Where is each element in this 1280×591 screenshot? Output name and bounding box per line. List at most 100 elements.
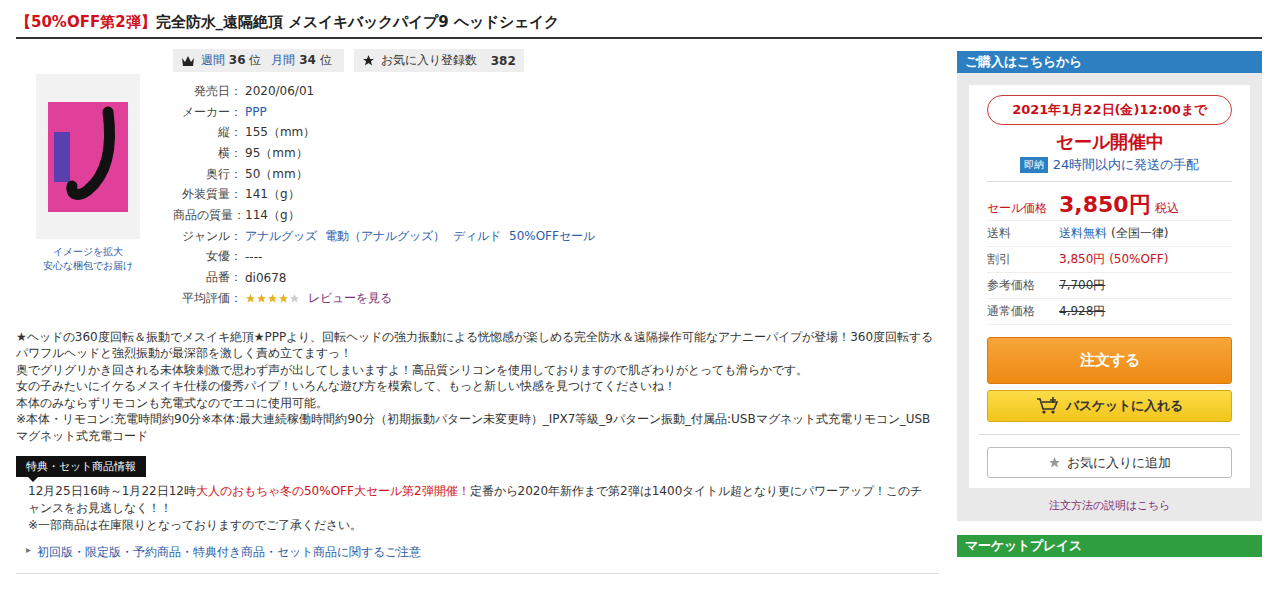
ranking-badge: 週間 36 位月間 34 位 [173,49,344,72]
product-image[interactable] [36,74,140,239]
rating-value: レビューを見る [242,290,392,307]
spec-value: PPP [242,105,267,119]
spec-label: 発売日： [173,83,242,100]
image-link[interactable]: イメージを拡大 [53,245,123,259]
page-body: イメージを拡大安心な梱包でお届け 週間 36 位月間 34 位 お気に入り登録数… [16,39,1262,574]
spec-row: ジャンル： アナルグッズ電動（アナルグッズ）ディルド50%OFFセール [173,226,939,247]
special-body: 12月25日16時～1月22日12時大人のおもちゃ冬の50%OFF大セール第2弾… [16,477,939,534]
star-icon [289,293,300,304]
spec-label: メーカー： [173,104,242,121]
notice-text[interactable]: 初回版・限定版・予約商品・特典付き商品・セット商品に関するご注意 [37,544,421,561]
sale-deadline: 2021年1月22日(金)12:00まで [987,95,1232,125]
description-line: ★ヘッドの360度回転＆振動でメスイキ絶頂★PPPより、回転ヘッドの強力振動によ… [16,329,939,362]
price-label: 送料 [987,225,1059,242]
review-link[interactable]: レビューを見る [308,290,392,307]
spec-value: di0678 [242,271,287,285]
image-link[interactable]: 安心な梱包でお届け [43,259,133,273]
description-line: ※本体・リモコン:充電時間約90分※本体:最大連続稼働時間約90分（初期振動パタ… [16,411,939,444]
price-suffix: 税込 [1155,200,1179,217]
purchase-panel: 2021年1月22日(金)12:00まで セール開催中 即納 24時間以内に発送… [957,73,1262,521]
purchase-card: 2021年1月22日(金)12:00まで セール開催中 即納 24時間以内に発送… [969,85,1250,488]
spec-row: 商品の質量： 114（g） [173,205,939,226]
image-column: イメージを拡大安心な梱包でお届け [16,49,159,309]
description-line: 奥でグリグリかき回される未体験刺激で思わず声が出してしまいますよ！高品質シリコン… [16,362,939,379]
ranking-item: 月間 34 位 [271,52,331,69]
price-value[interactable]: 送料無料 [1059,225,1107,242]
ranking-item: 週間 36 位 [201,52,261,69]
spec-value: 2020/06/01 [242,84,314,98]
star-icon [362,54,375,67]
ranking-label[interactable]: 週間 [201,53,225,67]
star-icon [278,293,289,304]
product-title: 【50%OFF第2弾】完全防水_遠隔絶頂 メスイキバックパイプ9 ヘッドシェイク [16,0,1262,39]
star-icon [256,293,267,304]
price-row: 割引 3,850円 (50%OFF) [987,247,1232,273]
special-info: 特典・セット商品情報 12月25日16時～1月22日12時大人のおもちゃ冬の50… [16,456,939,561]
title-name: 完全防水_遠隔絶頂 メスイキバックパイプ9 ヘッドシェイク [156,13,559,31]
spec-label: 横： [173,145,242,162]
badge-row: 週間 36 位月間 34 位 お気に入り登録数 382 [173,49,939,72]
spec-value: 141（g） [242,186,300,203]
spec-value: 114（g） [242,207,300,224]
spec-row: 奥行： 50（mm） [173,164,939,185]
price-label: 通常価格 [987,303,1059,320]
product-description: ★ヘッドの360度回転＆振動でメスイキ絶頂★PPPより、回転ヘッドの強力振動によ… [16,329,939,445]
shipping-info: 即納 24時間以内に発送の手配 [987,156,1232,182]
description-line: 本体のみならずリモコンも充電式なのでエコに使用可能。 [16,395,939,412]
product-summary: イメージを拡大安心な梱包でお届け 週間 36 位月間 34 位 お気に入り登録数… [16,39,939,309]
spec-link[interactable]: ディルド [453,228,501,245]
spec-value: 155（mm） [242,124,315,141]
star-icon [267,293,278,304]
spec-row: 縦： 155（mm） [173,122,939,143]
basket-icon [1036,397,1060,415]
card-divider [979,434,1240,435]
purchase-sidebar: ご購入はこちらから 2021年1月22日(金)12:00まで セール開催中 即納… [957,51,1262,574]
spec-link[interactable]: 50%OFFセール [509,228,595,245]
marketplace-header: マーケットプレイス [957,535,1262,557]
spec-label: 平均評価： [173,290,242,307]
favorites-badge: お気に入り登録数 382 [354,49,524,72]
price-table: セール価格 3,850円 税込送料 送料無料 (全国一律)割引 3,850円 (… [987,182,1232,325]
shipping-text[interactable]: 24時間以内に発送の手配 [1053,156,1200,174]
special-highlight[interactable]: 大人のおもちゃ冬の50%OFF大セール第2弾開催！ [196,484,470,498]
spec-label: 縦： [173,124,242,141]
spec-label: 品番： [173,269,242,286]
favorites-count: 382 [491,54,516,68]
spec-text: ---- [245,250,262,264]
section-divider [16,573,939,574]
spec-label: 奥行： [173,166,242,183]
ranking-label[interactable]: 月間 [271,53,295,67]
title-tag: 【50%OFF第2弾】 [16,13,156,31]
spec-text: 95（mm） [245,145,308,162]
special-note: ※一部商品は在庫限りとなっておりますのでご了承ください。 [28,517,927,534]
spec-row: 横： 95（mm） [173,143,939,164]
spec-link[interactable]: アナルグッズ [245,228,317,245]
spec-text: di0678 [245,271,287,285]
spec-text: 155（mm） [245,124,315,141]
spec-value: ---- [242,250,262,264]
spec-label: 外装質量： [173,186,242,203]
spec-value: 50（mm） [242,166,308,183]
spec-text: 114（g） [245,207,300,224]
price-value: 7,700円 [1059,277,1105,294]
favorites-label: お気に入り登録数 [381,52,477,69]
notice-link[interactable]: ▸ 初回版・限定版・予約商品・特典付き商品・セット商品に関するご注意 [16,544,939,561]
order-button[interactable]: 注文する [987,337,1232,384]
spec-label: 女優： [173,248,242,265]
help-link[interactable]: 注文方法の説明はこちら [969,498,1250,513]
spec-link[interactable]: 電動（アナルグッズ） [325,228,445,245]
shipping-badge: 即納 [1020,157,1048,173]
spec-link[interactable]: PPP [245,105,267,119]
price-value: 3,850円 [1059,190,1151,220]
favorite-button[interactable]: お気に入りに追加 [987,447,1232,478]
price-row: 参考価格 7,700円 [987,273,1232,299]
spec-label: 商品の質量： [173,207,242,224]
spec-row: 発売日： 2020/06/01 [173,81,939,102]
price-row: セール価格 3,850円 税込 [987,186,1232,221]
spec-text: 141（g） [245,186,300,203]
price-value: 4,928円 [1059,303,1105,320]
price-row: 送料 送料無料 (全国一律) [987,221,1232,247]
basket-button[interactable]: バスケットに入れる [987,390,1232,422]
special-tab: 特典・セット商品情報 [16,456,146,477]
rating-stars [245,293,300,304]
